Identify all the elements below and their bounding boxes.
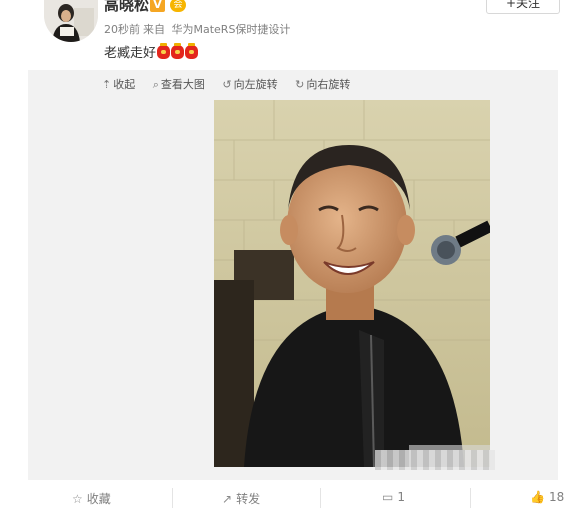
verified-badge-icon: V [150, 0, 165, 12]
post-text: 老臧走好 [104, 42, 199, 61]
action-bar: ☆ 收藏 ↗ 转发 ▭ 1 👍 18 [0, 484, 574, 514]
member-badge-icon[interactable]: 会 [170, 0, 186, 12]
view-large-button[interactable]: ⌕ 查看大图 [153, 76, 205, 92]
avatar[interactable] [44, 0, 98, 42]
post-photo[interactable] [214, 100, 490, 467]
comment-icon: ▭ [382, 490, 394, 504]
comment-count: 1 [397, 490, 405, 504]
rotate-left-label: 向左旋转 [233, 78, 278, 91]
star-icon: ☆ [72, 492, 83, 506]
divider [470, 488, 471, 508]
favorite-button[interactable]: ☆ 收藏 [72, 490, 111, 507]
collapse-icon: ⇡ [102, 78, 112, 91]
rotate-right-button[interactable]: ↻ 向右旋转 [295, 76, 350, 92]
comment-button[interactable]: ▭ 1 [382, 490, 405, 504]
view-large-label: 查看大图 [160, 78, 205, 91]
post-meta: 20秒前 来自 华为MateRS保时捷设计 [104, 21, 293, 37]
post-source-device[interactable]: 华为MateRS保时捷设计 [172, 23, 291, 36]
thumbs-up-icon: 👍 [530, 490, 545, 504]
user-name[interactable]: 高晓松 [104, 0, 149, 14]
post-time[interactable]: 20秒前 [104, 23, 140, 36]
favorite-label: 收藏 [86, 492, 111, 506]
rotate-right-icon: ↻ [295, 78, 305, 91]
collapse-label: 收起 [113, 78, 136, 91]
lantern-icon [157, 43, 171, 59]
blurred-watermark [375, 450, 495, 470]
magnifier-icon: ⌕ [152, 78, 159, 91]
divider [320, 488, 321, 508]
divider [172, 488, 173, 508]
repost-label: 转发 [236, 492, 261, 506]
collapse-button[interactable]: ⇡ 收起 [102, 76, 135, 92]
follow-button[interactable]: +关注 [486, 0, 560, 14]
follow-button-label: +关注 [505, 0, 541, 10]
rotate-left-icon: ↺ [222, 78, 232, 91]
share-icon: ↗ [222, 492, 233, 506]
repost-button[interactable]: ↗ 转发 [222, 490, 260, 507]
post-text-content: 老臧走好 [104, 46, 157, 61]
lantern-icon [185, 43, 199, 59]
like-button[interactable]: 👍 18 [530, 490, 564, 504]
like-count: 18 [548, 490, 565, 504]
lantern-icon [171, 43, 185, 59]
media-toolbar: ⇡ 收起 ⌕ 查看大图 ↺ 向左旋转 ↻ 向右旋转 [102, 76, 364, 92]
from-label: 来自 [143, 23, 165, 36]
media-viewer: ⇡ 收起 ⌕ 查看大图 ↺ 向左旋转 ↻ 向右旋转 [28, 70, 558, 480]
rotate-left-button[interactable]: ↺ 向左旋转 [222, 76, 277, 92]
rotate-right-label: 向右旋转 [306, 78, 351, 91]
